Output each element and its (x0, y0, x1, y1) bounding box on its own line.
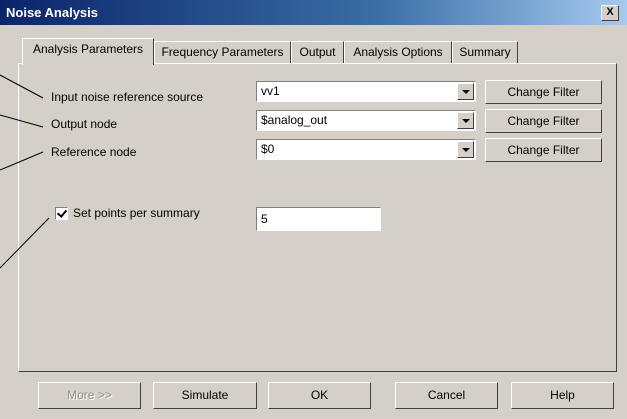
close-button[interactable]: X (601, 5, 619, 21)
tab-analysis-parameters[interactable]: Analysis Parameters (22, 38, 154, 65)
ok-button[interactable]: OK (268, 382, 371, 409)
cancel-button[interactable]: Cancel (395, 382, 498, 409)
chevron-down-icon[interactable] (457, 112, 474, 129)
output-node-change-filter-button[interactable]: Change Filter (485, 109, 602, 133)
title-bar[interactable]: Noise Analysis X (0, 0, 627, 25)
tab-output[interactable]: Output (291, 41, 344, 63)
input-noise-change-filter-button[interactable]: Change Filter (485, 80, 602, 104)
set-points-label: Set points per summary (73, 206, 200, 220)
output-node-combo[interactable]: $analog_out (256, 110, 476, 131)
window-title: Noise Analysis (6, 5, 99, 20)
input-noise-label: Input noise reference source (51, 90, 204, 104)
reference-node-value: $0 (261, 142, 275, 156)
chevron-down-icon[interactable] (457, 83, 474, 100)
help-button[interactable]: Help (511, 382, 614, 409)
more-button[interactable]: More >> (38, 382, 141, 409)
tab-frequency-parameters[interactable]: Frequency Parameters (154, 41, 291, 63)
noise-analysis-dialog: Noise Analysis X Analysis Parameters Fre… (0, 0, 627, 419)
set-points-checkbox[interactable] (55, 207, 68, 220)
simulate-button[interactable]: Simulate (153, 382, 257, 409)
chevron-down-icon[interactable] (457, 141, 474, 158)
input-noise-combo[interactable]: vv1 (256, 81, 476, 102)
set-points-value: 5 (261, 212, 268, 226)
reference-node-change-filter-button[interactable]: Change Filter (485, 138, 602, 162)
tab-analysis-options[interactable]: Analysis Options (344, 41, 452, 63)
set-points-input[interactable]: 5 (256, 207, 381, 231)
output-node-label: Output node (51, 117, 118, 131)
reference-node-label: Reference node (51, 145, 137, 159)
tab-summary[interactable]: Summary (452, 41, 518, 63)
reference-node-combo[interactable]: $0 (256, 139, 476, 160)
output-node-value: $analog_out (261, 113, 328, 127)
input-noise-value: vv1 (261, 84, 280, 98)
